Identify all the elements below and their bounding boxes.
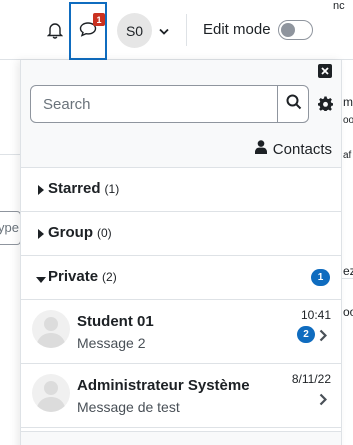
section-label: Private [48, 268, 99, 285]
caret-right-icon [36, 228, 46, 240]
section-count: (0) [97, 226, 112, 240]
section-title: Private (2) [48, 268, 117, 285]
section-label: Group [48, 224, 93, 241]
top-navbar: nc 1 S0 Edit mode [0, 0, 353, 60]
toggle-knob [281, 23, 295, 37]
drawer-header: Contacts [21, 60, 341, 168]
edit-mode-toggle[interactable] [278, 20, 313, 40]
section-starred[interactable]: Starred (1) [21, 168, 341, 212]
chevron-right-icon [318, 327, 328, 343]
section-unread-badge: 1 [311, 269, 330, 286]
background-text-fragment: af [343, 150, 352, 161]
section-group[interactable]: Group (0) [21, 212, 341, 256]
search-input[interactable] [31, 86, 277, 122]
section-label: Starred [48, 180, 101, 197]
background-text-fragment: oo [343, 115, 353, 126]
close-icon[interactable] [318, 64, 332, 78]
background-text-fragment: nc [333, 0, 345, 12]
page-divider [342, 278, 353, 279]
chevron-right-icon [318, 391, 328, 407]
page-divider [0, 154, 20, 155]
section-count: (1) [104, 182, 120, 196]
conversation-time: 10:41 [300, 308, 331, 322]
conversation-name: Student 01 [77, 313, 154, 330]
section-count: (2) [102, 270, 117, 284]
conversation-unread-badge: 2 [297, 326, 315, 343]
messages-toggle-button[interactable] [69, 2, 107, 60]
conversation-last-message: Message de test [77, 399, 180, 415]
chevron-down-icon[interactable] [158, 25, 170, 37]
conversation-time: 8/11/22 [291, 372, 331, 386]
messages-unread-badge: 1 [93, 13, 105, 26]
contacts-label: Contacts [272, 140, 332, 158]
section-title: Starred (1) [48, 180, 119, 197]
gear-icon[interactable] [317, 95, 333, 111]
section-private[interactable]: Private (2) 1 [21, 256, 341, 300]
bell-icon[interactable] [44, 18, 66, 42]
section-title: Group (0) [48, 224, 112, 241]
conversation-name: Administrateur Système [77, 377, 250, 394]
search-icon [286, 94, 302, 115]
conversation-last-message: Message 2 [77, 335, 146, 351]
conversation-item[interactable]: Student 01 Message 2 10:41 2 [21, 300, 341, 364]
search-field [30, 85, 309, 123]
user-initials: S0 [125, 22, 144, 39]
messaging-drawer: Contacts Starred(1) Group (0) Private(2) … [20, 60, 342, 445]
user-icon [254, 140, 267, 158]
conversation-item[interactable]: Administrateur Système Message de test 8… [21, 364, 341, 428]
edit-mode-label: Edit mode [203, 21, 271, 38]
user-avatar[interactable]: S0 [117, 13, 152, 48]
contacts-link[interactable]: Contacts [254, 140, 332, 158]
navbar-divider [186, 14, 187, 46]
search-button[interactable] [277, 86, 309, 122]
background-text-fragment: oo [343, 305, 353, 319]
drawer-footer [21, 431, 341, 445]
avatar [32, 374, 70, 412]
avatar [32, 310, 70, 348]
background-text-fragment: m [343, 95, 353, 109]
caret-down-icon [36, 274, 46, 286]
background-text-fragment: ez [343, 264, 353, 278]
background-input-fragment: ype [0, 211, 21, 245]
caret-right-icon [36, 184, 46, 196]
